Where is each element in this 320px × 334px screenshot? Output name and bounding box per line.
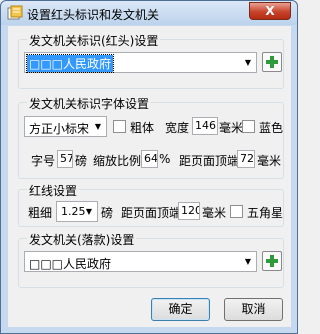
dialog-window: 设置红头标识和发文机关 X 发文机关标识(红头)设置 □□□人民政府 ▼ 发文机… (0, 0, 298, 334)
thickness-select[interactable]: 1.25 ▼ (56, 201, 98, 222)
line-top-input[interactable]: 120 (178, 202, 200, 220)
chevron-down-icon[interactable]: ▼ (81, 202, 97, 221)
app-icon (7, 5, 23, 20)
font-top-input[interactable]: 72 (237, 150, 255, 168)
signature-org-select[interactable]: □□□人民政府 ▼ (24, 251, 257, 272)
font-value: 方正小标宋 (29, 122, 90, 136)
thickness-unit: 磅 (101, 206, 114, 220)
chevron-down-icon[interactable]: ▼ (240, 53, 256, 72)
blue-checkbox[interactable] (242, 120, 255, 133)
line-top-unit: 毫米 (202, 206, 227, 220)
chevron-down-icon[interactable]: ▼ (240, 252, 256, 271)
scale-unit: % (159, 152, 171, 166)
window-title: 设置红头标识和发文机关 (27, 8, 160, 22)
font-group: 发文机关标识字体设置 方正小标宋 ▼ 粗体 宽度 146 毫米 蓝色 字号 57… (18, 95, 284, 179)
font-group-legend: 发文机关标识字体设置 (27, 95, 152, 112)
width-label: 宽度 (165, 121, 190, 135)
add-signature-org-button[interactable] (262, 251, 282, 271)
blue-label: 蓝色 (259, 121, 284, 135)
thickness-label: 粗细 (28, 206, 53, 220)
size-unit: 磅 (75, 154, 88, 168)
font-select[interactable]: 方正小标宋 ▼ (24, 116, 107, 137)
red-line-group: 红线设置 粗细 1.25 ▼ 磅 距页面顶端 120 毫米 五角星 (18, 182, 284, 227)
size-label: 字号 (31, 154, 56, 168)
dialog-body: 发文机关标识(红头)设置 □□□人民政府 ▼ 发文机关标识字体设置 方正小标宋 … (8, 26, 291, 327)
red-line-group-legend: 红线设置 (27, 182, 80, 199)
close-button[interactable]: X (249, 2, 291, 20)
signature-group-legend: 发文机关(落款)设置 (27, 231, 137, 248)
star-label: 五角星 (247, 206, 284, 220)
bold-checkbox[interactable] (113, 120, 126, 133)
width-unit: 毫米 (219, 121, 244, 135)
bold-label: 粗体 (130, 121, 155, 135)
size-input[interactable]: 57 (57, 150, 73, 168)
close-icon: X (265, 4, 275, 18)
scale-input[interactable]: 64 (141, 150, 158, 168)
font-top-label: 距页面顶端 (179, 154, 240, 168)
header-org-value: □□□人民政府 (25, 54, 115, 73)
header-org-select[interactable]: □□□人民政府 ▼ (24, 52, 257, 73)
plus-icon (266, 255, 278, 267)
scale-label: 缩放比例 (93, 154, 142, 168)
header-group: 发文机关标识(红头)设置 □□□人民政府 ▼ (18, 32, 284, 89)
ok-button[interactable]: 确定 (151, 298, 210, 321)
signature-org-value: □□□人民政府 (29, 257, 112, 271)
star-checkbox[interactable] (230, 205, 243, 218)
width-input[interactable]: 146 (192, 117, 218, 135)
plus-icon (266, 56, 278, 68)
add-header-org-button[interactable] (262, 52, 282, 72)
line-top-label: 距页面顶端 (121, 206, 182, 220)
title-bar[interactable]: 设置红头标识和发文机关 X (1, 1, 297, 25)
signature-group: 发文机关(落款)设置 □□□人民政府 ▼ (18, 231, 284, 288)
chevron-down-icon[interactable]: ▼ (90, 117, 106, 136)
cancel-button[interactable]: 取消 (224, 298, 283, 321)
font-top-unit: 毫米 (257, 154, 282, 168)
header-group-legend: 发文机关标识(红头)设置 (27, 32, 161, 49)
